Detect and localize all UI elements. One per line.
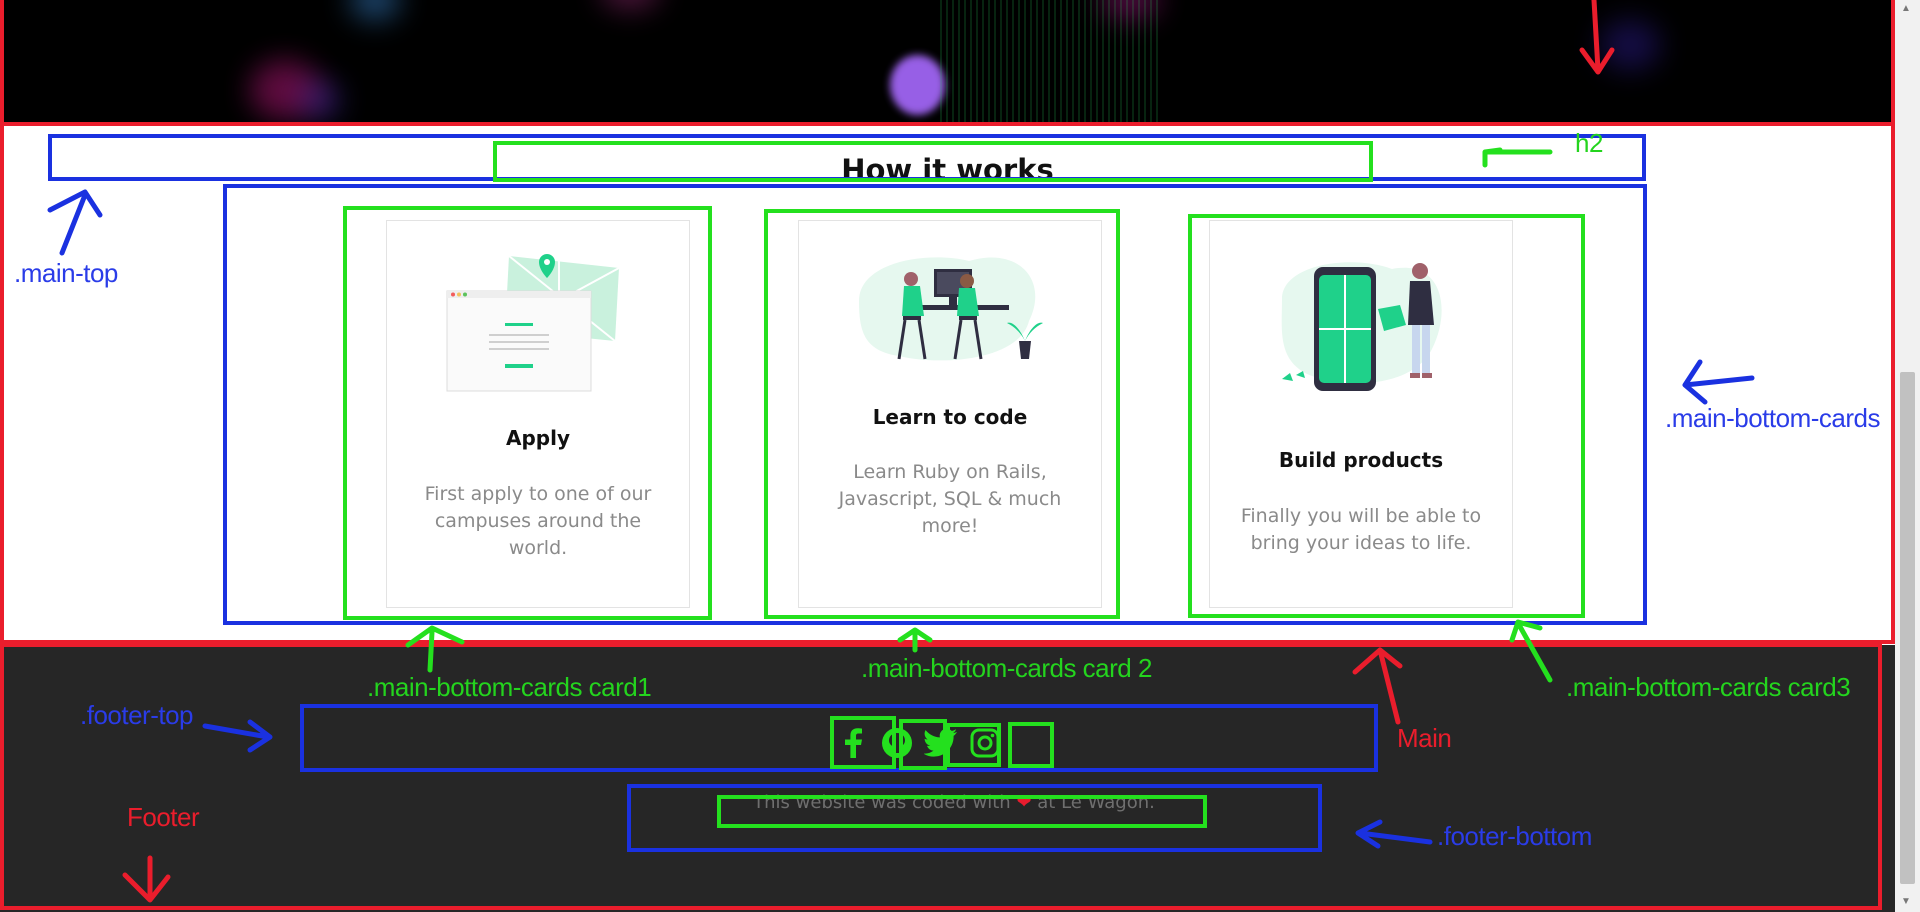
label-footer-bottom: .footer-bottom (1437, 821, 1592, 851)
scrollbar-thumb[interactable] (1900, 372, 1915, 884)
label-footer-top: .footer-top (80, 700, 194, 730)
annotation-card2-box (764, 209, 1120, 619)
annotation-card1-box (343, 206, 712, 620)
scroll-up-icon[interactable]: ▲ (1901, 3, 1911, 14)
label-main-bottom-cards: .main-bottom-cards (1665, 403, 1880, 433)
scroll-down-icon[interactable]: ▼ (1901, 896, 1911, 907)
annotation-github-box (899, 719, 947, 770)
label-card1: .main-bottom-cards card1 (367, 672, 652, 702)
label-main-top: .main-top (14, 258, 118, 288)
label-card3: .main-bottom-cards card3 (1566, 672, 1851, 702)
annotation-card3-box (1188, 214, 1585, 618)
label-main: Main (1397, 723, 1452, 753)
label-h2: h2 (1575, 128, 1603, 158)
label-card2: .main-bottom-cards card 2 (861, 653, 1152, 683)
annotation-instagram-box (1008, 722, 1054, 768)
annotation-hero-box (0, 0, 1895, 126)
annotation-twitter-box (946, 723, 1001, 767)
annotation-h2-box (493, 141, 1373, 182)
annotation-facebook-box (830, 716, 896, 769)
page-scrollbar[interactable]: ▲ ▼ (1895, 0, 1920, 912)
annotation-footer-credit-box (717, 795, 1207, 828)
label-footer: Footer (127, 802, 200, 832)
